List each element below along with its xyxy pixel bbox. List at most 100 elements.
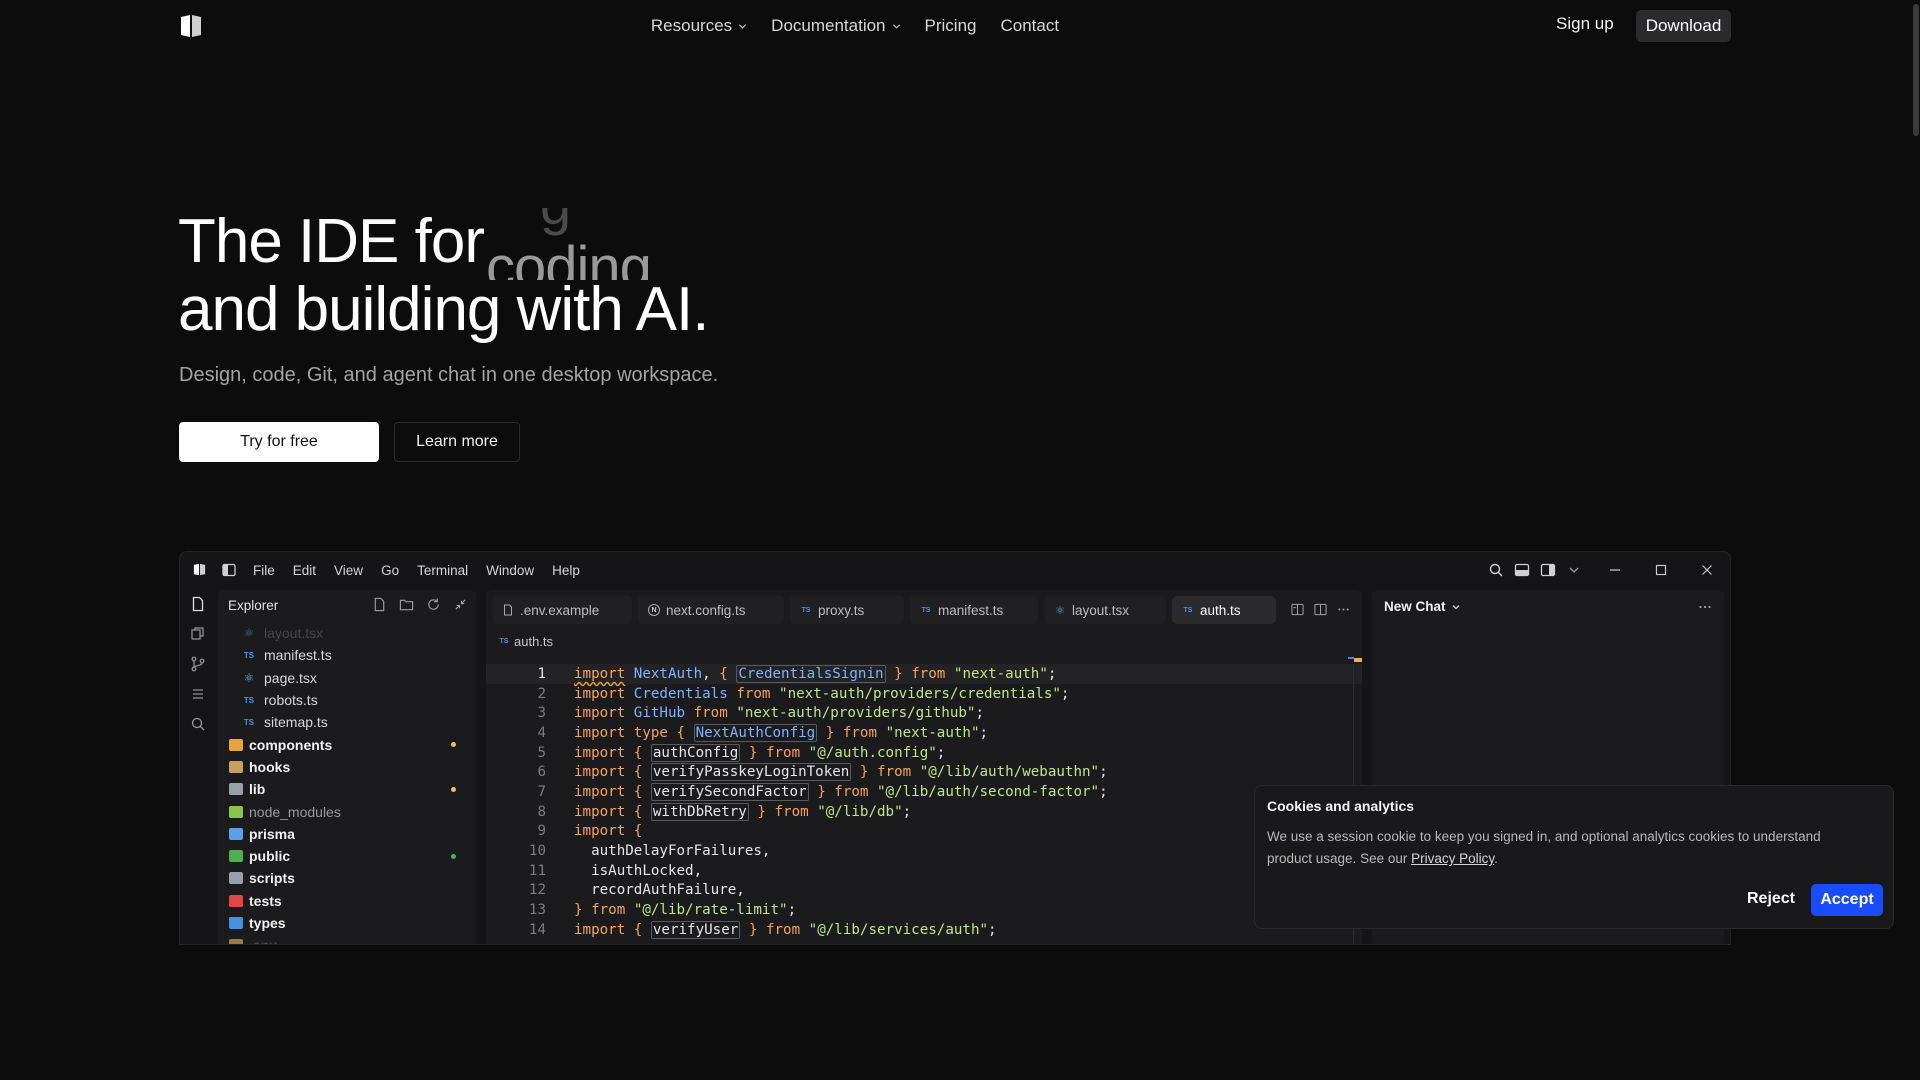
code-token: verifyPasskeyLoginToken — [650, 763, 852, 782]
reject-cookies-button[interactable]: Reject — [1739, 884, 1803, 914]
more-actions-icon[interactable] — [1337, 603, 1350, 616]
list-icon[interactable] — [190, 686, 206, 702]
tree-folder[interactable]: hooks — [218, 756, 476, 778]
nav-link-resources[interactable]: Resources — [651, 16, 747, 36]
copy-icon[interactable] — [190, 626, 206, 642]
menu-window[interactable]: Window — [486, 563, 534, 578]
try-for-free-button[interactable]: Try for free — [179, 422, 379, 462]
editor-tab[interactable]: ⚛ layout.tsx — [1044, 596, 1166, 624]
tree-folder[interactable]: tests — [218, 890, 476, 912]
editor-tab[interactable]: TS auth.ts — [1172, 596, 1276, 624]
chevron-down-icon[interactable] — [1566, 562, 1582, 578]
new-folder-icon[interactable] — [399, 597, 414, 612]
typescript-file-icon: TS — [243, 650, 255, 660]
refresh-icon[interactable] — [426, 597, 441, 612]
tree-folder[interactable]: lib — [218, 778, 476, 800]
scrollbar-thumb[interactable] — [1913, 4, 1919, 136]
page-scrollbar[interactable] — [1912, 0, 1920, 1080]
nav-link-documentation[interactable]: Documentation — [771, 16, 900, 36]
code-line[interactable]: 2 import Credentials from "next-auth/prov… — [486, 684, 1362, 704]
editor-tab[interactable]: TS proxy.ts — [790, 596, 904, 624]
learn-more-button[interactable]: Learn more — [394, 422, 520, 462]
tree-file[interactable]: ⚛ page.tsx — [218, 667, 476, 689]
collapse-all-icon[interactable] — [453, 597, 468, 612]
modified-dot — [451, 787, 456, 793]
sign-up-link[interactable]: Sign up — [1556, 14, 1614, 34]
tree-folder[interactable]: node_modules — [218, 800, 476, 822]
split-editor-icon[interactable] — [1291, 603, 1304, 616]
code-line[interactable]: 12 recordAuthFailure, — [486, 881, 1362, 901]
code-token: "@/lib/rate-limit" — [633, 902, 788, 919]
chevron-down-icon — [1452, 604, 1459, 609]
code-token: { — [719, 665, 728, 682]
code-line[interactable]: 9 import { — [486, 822, 1362, 842]
code-text: import NextAuth, { CredentialsSignin } f… — [574, 664, 1056, 683]
code-line[interactable]: 3 import GitHub from "next-auth/providers… — [486, 703, 1362, 723]
search-icon[interactable] — [1488, 562, 1504, 578]
privacy-policy-link[interactable]: Privacy Policy — [1411, 851, 1494, 866]
new-file-icon[interactable] — [372, 597, 387, 612]
download-button[interactable]: Download — [1636, 10, 1731, 42]
source-control-icon[interactable] — [190, 656, 206, 672]
code-token: "@/lib/services/auth" — [808, 921, 989, 938]
code-line[interactable]: 1 import NextAuth, { CredentialsSignin } … — [486, 664, 1362, 684]
tree-folder[interactable]: prisma — [218, 823, 476, 845]
code-line[interactable]: 14 import { verifyUser } from "@/lib/serv… — [486, 920, 1362, 940]
tree-folder[interactable]: .env — [218, 934, 476, 944]
code-line[interactable]: 13} from "@/lib/rate-limit"; — [486, 900, 1362, 920]
hero-title-line1: The IDE for — [178, 207, 485, 276]
maximize-button[interactable] — [1638, 564, 1684, 576]
breadcrumb-file[interactable]: auth.ts — [514, 634, 553, 649]
code-area[interactable]: 1 import NextAuth, { CredentialsSignin } … — [486, 664, 1362, 940]
code-line[interactable]: 10 authDelayForFailures, — [486, 841, 1362, 861]
menu-edit[interactable]: Edit — [293, 563, 316, 578]
toggle-secondary-sidebar-icon[interactable] — [1540, 562, 1556, 578]
menu-terminal[interactable]: Terminal — [417, 563, 468, 578]
code-text: import { verifyUser } from "@/lib/servic… — [574, 920, 997, 939]
menu-view[interactable]: View — [334, 563, 363, 578]
code-line[interactable]: 8 import { withDbRetry } from "@/lib/db"; — [486, 802, 1362, 822]
code-line[interactable]: 7 import { verifySecondFactor } from "@/l… — [486, 782, 1362, 802]
explorer-files-icon[interactable] — [190, 596, 206, 612]
tree-file[interactable]: TS manifest.ts — [218, 644, 476, 666]
accept-cookies-button[interactable]: Accept — [1811, 884, 1883, 916]
tree-folder[interactable]: types — [218, 912, 476, 934]
code-token: import — [574, 803, 626, 820]
editor-tab[interactable]: TS manifest.ts — [910, 596, 1038, 624]
line-number: 13 — [528, 902, 546, 919]
search-icon[interactable] — [190, 716, 206, 732]
new-chat-dropdown[interactable]: New Chat — [1384, 599, 1461, 614]
nav-link-pricing[interactable]: Pricing — [925, 16, 977, 36]
minimize-button[interactable] — [1592, 564, 1638, 576]
tree-file[interactable]: TS sitemap.ts — [218, 711, 476, 733]
tree-folder[interactable]: public — [218, 845, 476, 867]
tree-folder[interactable]: scripts — [218, 867, 476, 889]
nav-link-label: Pricing — [924, 16, 977, 35]
menu-file[interactable]: File — [253, 563, 275, 578]
editor-tab[interactable]: .env.example — [492, 596, 632, 624]
tree-folder[interactable]: components — [218, 733, 476, 755]
menu-go[interactable]: Go — [381, 563, 399, 578]
close-button[interactable] — [1684, 564, 1730, 576]
menu-help[interactable]: Help — [552, 563, 580, 578]
code-line[interactable]: 11 isAuthLocked, — [486, 861, 1362, 881]
tree-file[interactable]: ⚛ layout.tsx — [218, 622, 476, 644]
breadcrumb[interactable]: TS auth.ts — [498, 634, 554, 649]
code-line[interactable]: 6 import { verifyPasskeyLoginToken } from… — [486, 762, 1362, 782]
chat-more-icon[interactable] — [1698, 600, 1712, 614]
explorer-actions — [372, 597, 468, 612]
code-line[interactable]: 4 import type { NextAuthConfig } from "ne… — [486, 723, 1362, 743]
tree-file[interactable]: TS robots.ts — [218, 689, 476, 711]
nav-link-contact[interactable]: Contact — [1000, 16, 1059, 36]
sidebar-toggle-icon[interactable] — [222, 563, 236, 577]
code-line[interactable]: 5 import { authConfig } from "@/auth.conf… — [486, 743, 1362, 763]
layout-icon[interactable] — [1314, 603, 1327, 616]
react-file-icon: ⚛ — [243, 670, 255, 685]
toggle-panel-icon[interactable] — [1514, 562, 1530, 578]
editor-tab[interactable]: Nnext.config.ts — [638, 596, 784, 624]
